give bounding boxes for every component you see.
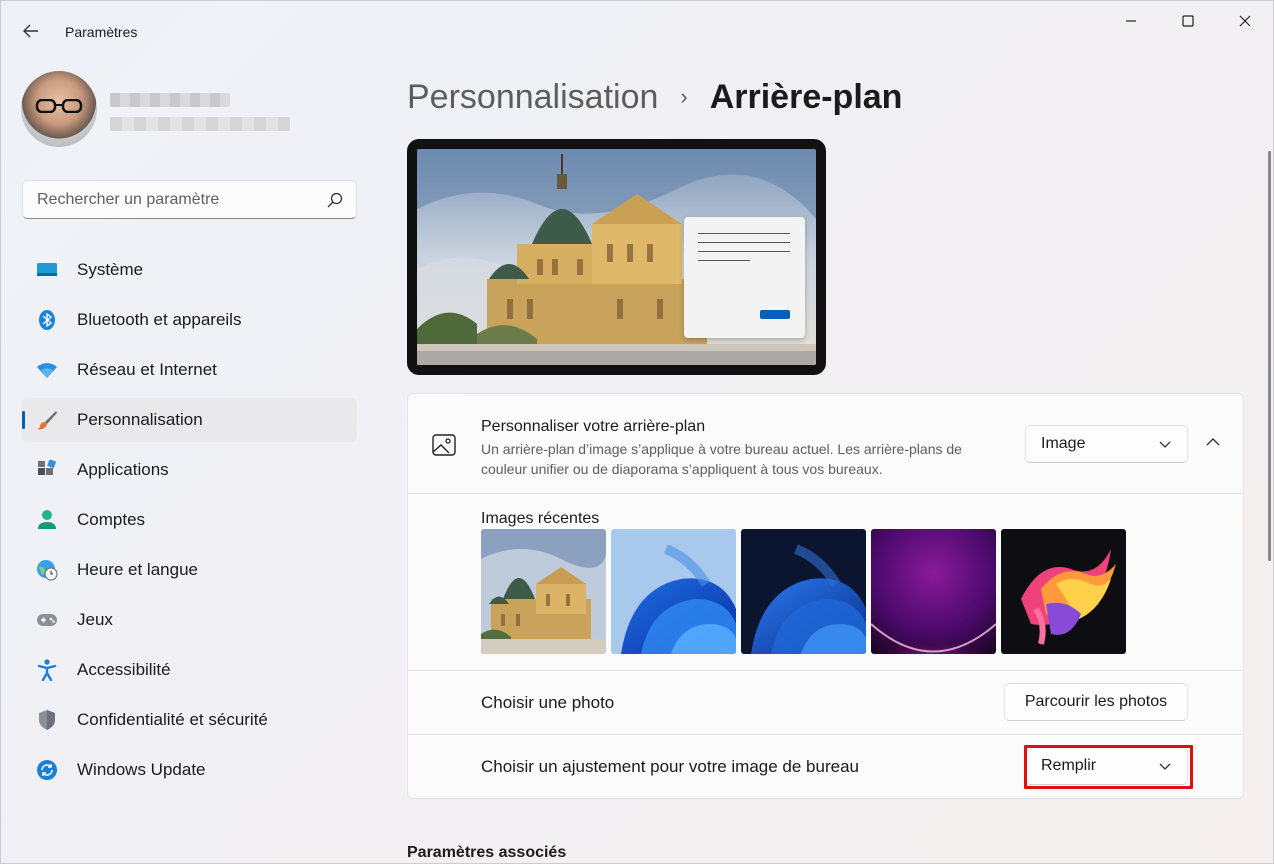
maximize-icon [1182,15,1194,27]
bluetooth-icon [36,309,58,331]
chevron-right-icon: › [680,84,688,109]
sidebar-item-label: Applications [77,460,169,479]
refresh-icon [36,759,58,781]
recent-images-title: Images récentes [481,510,600,527]
sidebar-nav: Système Bluetooth et appareils Réseau et… [22,248,357,798]
preview-text-line [698,233,790,234]
globe-clock-icon [36,559,58,581]
app-title: Paramètres [65,24,138,40]
desktop-preview [407,139,826,375]
recent-images-section: Images récentes [408,494,1243,671]
chevron-down-icon [1159,441,1171,448]
minimize-button[interactable] [1102,1,1160,41]
sidebar-item-label: Comptes [77,510,146,529]
card-description: Un arrière-plan d’image s’applique à vot… [481,441,962,477]
monitor-icon [36,259,58,281]
preview-wallpaper [417,149,816,365]
recent-image-thumbnail[interactable] [1001,529,1126,654]
avatar[interactable] [21,71,97,147]
wifi-icon [36,359,58,381]
background-type-dropdown[interactable]: Image [1025,425,1188,463]
background-type-row: Personnaliser votre arrière-plan Un arri… [408,394,1243,494]
dropdown-value: Remplir [1041,757,1097,774]
dropdown-value: Image [1041,435,1086,452]
picture-icon [432,434,456,456]
sidebar-item-jeux[interactable]: Jeux [22,598,357,642]
breadcrumb: Personnalisation › Arrière-plan [407,75,902,119]
fit-dropdown[interactable]: Remplir [1025,747,1188,785]
browse-photos-button[interactable]: Parcourir les photos [1004,683,1188,721]
choose-photo-label: Choisir une photo [481,693,615,712]
card-title: Personnaliser votre arrière-plan [481,418,706,435]
shield-icon [36,709,58,731]
sidebar-item-label: Jeux [77,610,113,629]
search-icon[interactable] [326,191,344,209]
maximize-button[interactable] [1159,1,1217,41]
sidebar-item-label: Confidentialité et sécurité [77,710,268,729]
collapse-button[interactable] [1201,430,1225,454]
recent-image-thumbnail[interactable] [481,529,606,654]
cathedral-thumbnail-image [481,529,606,654]
preview-taskbar [417,351,816,365]
background-settings-card: Personnaliser votre arrière-plan Un arri… [407,393,1244,799]
preview-text-line [698,260,750,261]
accessibility-icon [36,659,58,681]
recent-images-list [481,529,1126,654]
sidebar-item-label: Accessibilité [77,660,171,679]
preview-sample-window [684,217,805,338]
back-button[interactable] [13,15,49,47]
sidebar-item-applications[interactable]: Applications [22,448,357,492]
sidebar-item-confidentialite[interactable]: Confidentialité et sécurité [22,698,357,742]
sidebar-item-comptes[interactable]: Comptes [22,498,357,542]
page-title: Arrière-plan [709,77,903,116]
related-settings-title: Paramètres associés [407,844,567,861]
close-icon [1239,15,1251,27]
user-email-redacted [110,117,290,131]
minimize-icon [1126,20,1136,22]
purple-glow-image [871,529,996,654]
title-bar: Paramètres [1,1,1273,47]
sidebar-item-label: Réseau et Internet [77,360,217,379]
apps-icon [36,459,58,481]
chevron-down-icon [1159,763,1171,770]
choose-fit-label: Choisir un ajustement pour votre image d… [481,757,859,776]
sidebar-item-label: Windows Update [77,760,206,779]
sidebar-item-label: Bluetooth et appareils [77,310,242,329]
settings-window: Paramètres Système [0,0,1274,864]
user-name-redacted [110,93,230,107]
sidebar-item-accessibilite[interactable]: Accessibilité [22,648,357,692]
sidebar-item-label: Personnalisation [77,410,203,429]
sidebar-item-personnalisation[interactable]: Personnalisation [22,398,357,442]
windows-bloom-dark-image [741,529,866,654]
choose-photo-row: Choisir une photo Parcourir les photos [408,671,1243,735]
recent-image-thumbnail[interactable] [611,529,736,654]
recent-image-thumbnail[interactable] [741,529,866,654]
preview-text-line [698,251,790,252]
paintbrush-icon [36,409,58,431]
sidebar-item-label: Heure et langue [77,560,198,579]
chevron-up-icon [1206,438,1220,446]
sidebar-item-label: Système [77,260,144,279]
sidebar-item-reseau[interactable]: Réseau et Internet [22,348,357,392]
gamepad-icon [36,609,58,631]
colorful-ribbon-image [1001,529,1126,654]
close-button[interactable] [1216,1,1274,41]
breadcrumb-parent[interactable]: Personnalisation [407,78,658,117]
sidebar-item-bluetooth[interactable]: Bluetooth et appareils [22,298,357,342]
sidebar-item-windows-update[interactable]: Windows Update [22,748,357,792]
person-icon [36,509,58,531]
recent-image-thumbnail[interactable] [871,529,996,654]
search-input[interactable] [23,181,313,218]
preview-text-line [698,242,790,243]
windows-bloom-light-image [611,529,736,654]
arrow-left-icon [23,24,38,38]
choose-fit-row: Choisir un ajustement pour votre image d… [408,735,1243,799]
search-box[interactable] [22,180,357,219]
sidebar-item-heure-langue[interactable]: Heure et langue [22,548,357,592]
sidebar-item-systeme[interactable]: Système [22,248,357,292]
scrollbar[interactable] [1268,151,1271,561]
avatar-face-icon [35,99,83,113]
preview-sample-button [760,310,790,319]
